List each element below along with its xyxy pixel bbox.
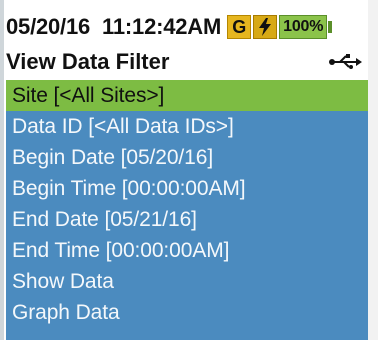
menu-item-label: Begin Time [00:00:00AM] [12, 176, 246, 200]
menu-item-begin-time[interactable]: Begin Time [00:00:00AM] [6, 173, 368, 204]
header: View Data Filter [6, 47, 368, 77]
menu-item-label: Site [<All Sites>] [12, 83, 165, 107]
menu-item-begin-date[interactable]: Begin Date [05/20/16] [6, 142, 368, 173]
menu-item-show-data[interactable]: Show Data [6, 266, 368, 297]
menu-item-data-id[interactable]: Data ID [<All Data IDs>] [6, 111, 368, 142]
menu-panel: Site [<All Sites>] Data ID [<All Data ID… [6, 80, 368, 340]
device-screen: 05/20/16 11:12:42AM G 100% View Data Fil… [0, 0, 378, 340]
menu-item-label: Begin Date [05/20/16] [12, 145, 214, 169]
lightning-bolt-icon [253, 15, 278, 39]
menu-item-label: End Time [00:00:00AM] [12, 238, 230, 262]
battery-percent: 100% [283, 18, 324, 35]
menu-list: Site [<All Sites>] Data ID [<All Data ID… [6, 80, 368, 328]
screen-frame-right [368, 0, 378, 340]
menu-item-label: End Date [05/21/16] [12, 207, 197, 231]
status-bar: 05/20/16 11:12:42AM G 100% [6, 12, 378, 42]
menu-item-label: Show Data [12, 269, 114, 293]
battery-tip-icon [328, 21, 333, 33]
usb-icon [328, 52, 362, 72]
menu-item-end-time[interactable]: End Time [00:00:00AM] [6, 235, 368, 266]
page-title: View Data Filter [6, 49, 170, 74]
gps-badge: G [227, 15, 252, 39]
screen-frame-left [0, 0, 4, 340]
status-time: 11:12:42AM [102, 14, 222, 39]
battery-indicator: 100% [279, 15, 328, 39]
menu-item-label: Graph Data [12, 300, 120, 324]
status-date: 05/20/16 [6, 14, 91, 39]
menu-item-site[interactable]: Site [<All Sites>] [6, 80, 368, 111]
menu-item-graph-data[interactable]: Graph Data [6, 297, 368, 328]
menu-item-end-date[interactable]: End Date [05/21/16] [6, 204, 368, 235]
menu-item-label: Data ID [<All Data IDs>] [12, 114, 234, 138]
